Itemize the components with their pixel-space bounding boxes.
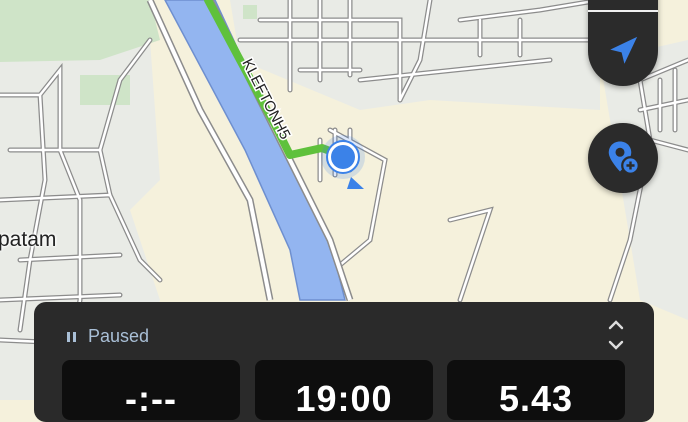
- place-label: patam: [0, 228, 57, 251]
- recenter-button[interactable]: [588, 0, 658, 86]
- stat-tile-3: 5.43: [447, 360, 625, 420]
- navigation-arrow-icon: [610, 36, 638, 64]
- stat-tile-1: -:--: [62, 360, 240, 420]
- stat-value-2: 19:00: [295, 378, 393, 419]
- stat-tile-2: 19:00: [255, 360, 433, 420]
- landmark-marker: [243, 5, 257, 19]
- add-place-button[interactable]: [588, 123, 658, 193]
- stat-value-1: -:--: [125, 378, 177, 419]
- status-label: Paused: [88, 326, 150, 346]
- tracking-panel: Paused -:-- 19:00 5.43: [34, 302, 654, 422]
- add-location-pin-icon: [608, 141, 640, 175]
- stat-value-3: 5.43: [498, 378, 574, 419]
- tracking-status: Paused: [66, 326, 149, 347]
- expand-collapse-icon[interactable]: [606, 318, 626, 352]
- pause-icon: [66, 330, 78, 344]
- button-divider: [588, 10, 658, 12]
